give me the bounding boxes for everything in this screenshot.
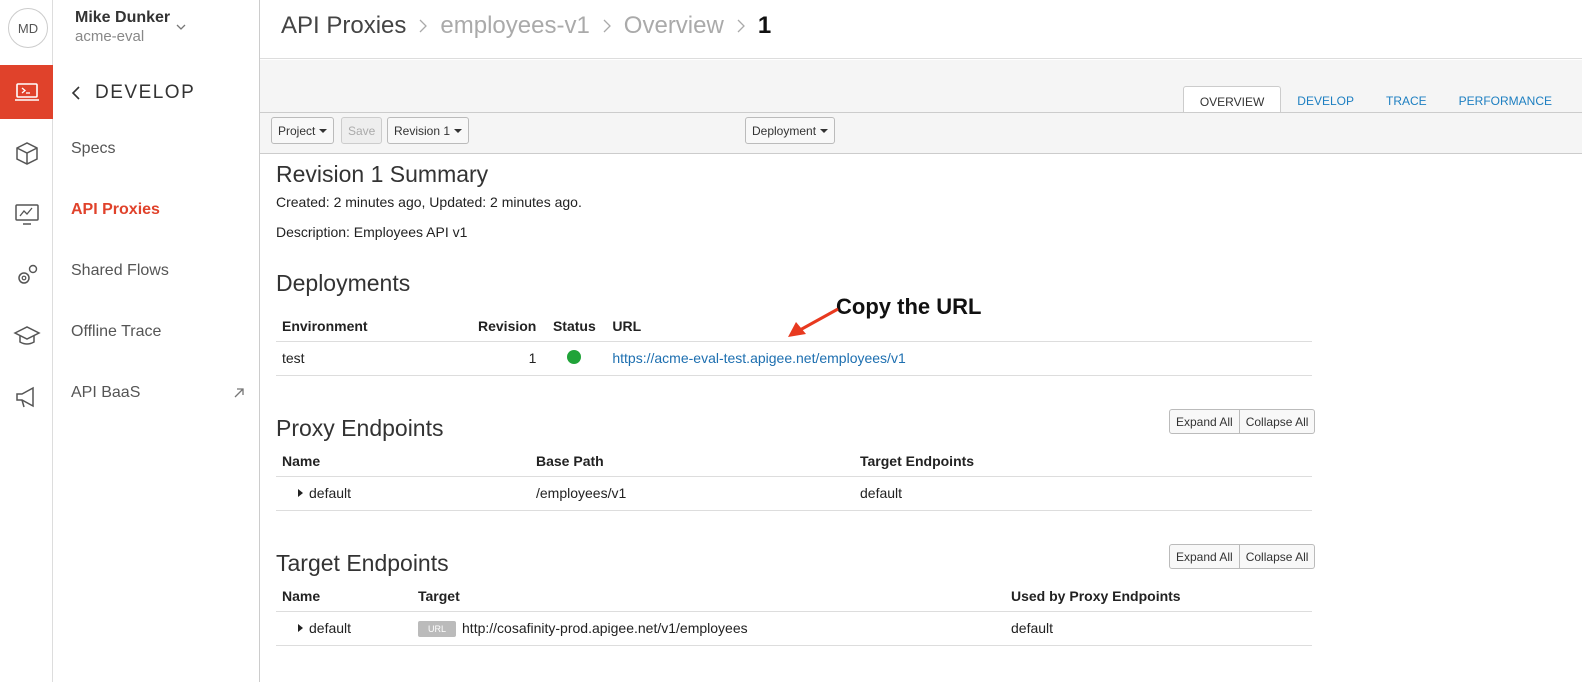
save-button[interactable]: Save [341, 117, 383, 144]
chevron-right-icon [419, 19, 428, 33]
tab-trace[interactable]: TRACE [1370, 86, 1443, 113]
chevron-down-icon[interactable] [176, 22, 186, 32]
deploy-env: test [276, 341, 472, 376]
rail-develop[interactable] [0, 65, 53, 119]
status-ok-icon [567, 349, 582, 364]
breadcrumb-proxy[interactable]: employees-v1 [440, 12, 589, 40]
url-badge: URL [418, 620, 457, 637]
proxy-expand-collapse: Expand All Collapse All [1169, 409, 1316, 434]
rail-announce[interactable] [0, 370, 53, 424]
breadcrumb: API Proxies employees-v1 Overview 1 [281, 12, 771, 40]
megaphone-icon [15, 386, 34, 408]
deployment-label: Deployment [752, 123, 817, 138]
tab-bar: OVERVIEW DEVELOP TRACE PERFORMANCE [1182, 86, 1568, 113]
target-name: default [309, 620, 352, 636]
target-collapse-all-button[interactable]: Collapse All [1239, 544, 1316, 569]
avatar[interactable]: MD [8, 8, 48, 48]
target-url: http://cosafinity-prod.apigee.net/v1/emp… [462, 619, 748, 636]
develop-icon [14, 83, 39, 101]
col-environment: Environment [276, 311, 472, 342]
project-label: Project [278, 123, 316, 138]
project-dropdown[interactable]: Project [271, 117, 335, 144]
proxy-endpoints-title: Proxy Endpoints [276, 415, 444, 441]
tab-overview[interactable]: OVERVIEW [1182, 86, 1282, 113]
toolbar-area: OVERVIEW DEVELOP TRACE PERFORMANCE Proje… [260, 60, 1582, 154]
rail-admin[interactable] [0, 248, 53, 302]
summary-description: Description: Employees API v1 [276, 224, 468, 240]
col-used-by: Used by Proxy Endpoints [1005, 581, 1312, 612]
proxy-collapse-all-button[interactable]: Collapse All [1239, 409, 1316, 434]
target-endpoints-table: Name Target Used by Proxy Endpoints defa… [276, 581, 1312, 646]
target-used-by: default [1005, 611, 1312, 646]
chevron-right-icon [603, 19, 611, 33]
target-expand-collapse: Expand All Collapse All [1169, 544, 1316, 569]
target-expand-all-button[interactable]: Expand All [1169, 544, 1240, 569]
rail-analyze[interactable] [0, 187, 53, 241]
page-header: API Proxies employees-v1 Overview 1 [260, 0, 1582, 59]
proxy-base-path: /employees/v1 [530, 476, 854, 511]
tab-develop[interactable]: DEVELOP [1281, 86, 1370, 113]
chevron-right-icon [737, 19, 745, 33]
deploy-url-link[interactable]: https://acme-eval-test.apigee.net/employ… [612, 350, 905, 366]
nav-item-api-proxies[interactable]: API Proxies [71, 201, 160, 219]
annotation-arrow-icon [788, 307, 839, 337]
table-row[interactable]: default /employees/v1 default [276, 476, 1312, 511]
expand-caret-icon[interactable] [298, 624, 303, 632]
target-endpoints-title: Target Endpoints [276, 550, 449, 576]
table-row[interactable]: default URL http://cosafinity-prod.apigee… [276, 611, 1312, 646]
deployments-title: Deployments [276, 270, 411, 296]
breadcrumb-revision: 1 [757, 12, 772, 39]
proxy-targets: default [854, 476, 1312, 511]
expand-caret-icon[interactable] [298, 489, 303, 497]
col-target: Target [412, 581, 1005, 612]
col-status: Status [542, 311, 607, 342]
col-name: Name [276, 581, 412, 612]
save-label: Save [348, 123, 376, 138]
section-title: DEVELOP [95, 82, 196, 103]
section-back[interactable]: DEVELOP [71, 82, 195, 104]
revision-dropdown[interactable]: Revision 1 [387, 117, 470, 144]
package-icon [15, 142, 38, 165]
rail-learn[interactable] [0, 309, 53, 363]
external-link-icon [234, 388, 244, 398]
table-row: test 1 https://acme-eval-test.apigee.net… [276, 341, 1312, 376]
graduation-cap-icon [12, 326, 41, 345]
summary-title: Revision 1 Summary [276, 161, 489, 187]
monitor-icon [14, 204, 39, 225]
col-name: Name [276, 446, 530, 477]
col-target-endpoints: Target Endpoints [854, 446, 1312, 477]
deployment-dropdown[interactable]: Deployment [745, 117, 836, 144]
breadcrumb-overview[interactable]: Overview [624, 12, 724, 40]
nav-item-offline-trace[interactable]: Offline Trace [71, 323, 161, 341]
tab-divider [260, 112, 1582, 113]
breadcrumb-api-proxies[interactable]: API Proxies [281, 12, 406, 40]
chevron-left-icon [71, 86, 80, 100]
proxy-endpoints-table: Name Base Path Target Endpoints default … [276, 446, 1312, 511]
nav-item-shared-flows[interactable]: Shared Flows [71, 262, 169, 280]
icon-rail: MD [0, 0, 53, 682]
nav-item-specs[interactable]: Specs [71, 140, 115, 158]
caret-down-icon [319, 128, 328, 133]
proxy-expand-all-button[interactable]: Expand All [1169, 409, 1240, 434]
user-name[interactable]: Mike Dunker [75, 9, 170, 27]
nav-item-api-baas[interactable]: API BaaS [71, 384, 140, 402]
gears-icon [17, 264, 37, 284]
proxy-name: default [309, 485, 352, 501]
side-nav: Mike Dunker acme-eval DEVELOP Specs API … [53, 0, 260, 682]
revision-label: Revision 1 [394, 123, 451, 138]
caret-down-icon [820, 128, 829, 133]
summary-created: Created: 2 minutes ago, Updated: 2 minut… [276, 194, 582, 210]
col-base-path: Base Path [530, 446, 854, 477]
caret-down-icon [454, 128, 463, 133]
tab-performance[interactable]: PERFORMANCE [1443, 86, 1568, 113]
annotation-text: Copy the URL [836, 294, 982, 319]
rail-publish[interactable] [0, 126, 53, 180]
deploy-revision: 1 [472, 341, 543, 376]
col-revision: Revision [472, 311, 543, 342]
user-org[interactable]: acme-eval [75, 28, 144, 45]
